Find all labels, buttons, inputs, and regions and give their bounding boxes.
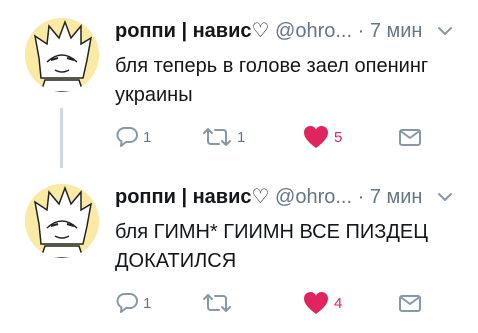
name-badge: ♡ <box>251 186 270 208</box>
avatar[interactable] <box>25 184 99 258</box>
direct-message-button[interactable] <box>398 288 422 318</box>
timestamp[interactable]: 7 мин <box>370 186 423 208</box>
tweet-text: бля ГИМН* ГИИМН ВСЕ ПИЗДЕЦ ДОКАТИЛСЯ <box>115 221 429 272</box>
tweet-header: роппи | навис♡ @ohro... · 7 мин <box>115 14 454 48</box>
retweet-count: 1 <box>237 128 246 146</box>
separator-dot: · <box>357 186 365 208</box>
tweet[interactable]: роппи | навис♡ @ohro... · 7 мин бля тепе… <box>0 0 478 168</box>
tweet[interactable]: роппи | навис♡ @ohro... · 7 мин бля ГИМН… <box>0 166 478 333</box>
reply-button[interactable]: 1 <box>115 122 151 152</box>
chevron-down-icon[interactable] <box>436 188 454 206</box>
avatar[interactable] <box>25 18 99 92</box>
tweet-header: роппи | навис♡ @ohro... · 7 мин <box>115 180 454 214</box>
reply-icon <box>116 127 138 147</box>
author-handle[interactable]: @ohro... <box>275 186 352 208</box>
author-name[interactable]: роппи | навис <box>115 20 252 42</box>
action-bar: 1 1 5 <box>115 122 435 152</box>
separator-dot: · <box>357 20 365 42</box>
avatar-illustration <box>25 18 99 92</box>
chevron-down-icon[interactable] <box>436 22 454 40</box>
timestamp[interactable]: 7 мин <box>370 20 423 42</box>
like-button[interactable]: 4 <box>302 288 342 318</box>
retweet-icon <box>203 294 231 312</box>
author-name[interactable]: роппи | навис <box>115 186 252 208</box>
reply-count: 1 <box>143 294 152 312</box>
retweet-button[interactable]: 1 <box>201 122 245 152</box>
tweet-text: бля теперь в голове заел опенинг украины <box>115 55 429 106</box>
heart-icon <box>304 292 328 314</box>
like-button[interactable]: 5 <box>302 122 342 152</box>
avatar-illustration <box>25 184 99 258</box>
reply-count: 1 <box>143 128 152 146</box>
direct-message-button[interactable] <box>398 122 422 152</box>
reply-button[interactable]: 1 <box>115 288 151 318</box>
author-handle[interactable]: @ohro... <box>275 20 352 42</box>
mail-icon <box>399 129 421 146</box>
like-count: 5 <box>334 128 343 146</box>
heart-icon <box>304 126 328 148</box>
like-count: 4 <box>334 294 343 312</box>
retweet-icon <box>203 128 231 146</box>
retweet-button[interactable] <box>201 288 237 318</box>
name-badge: ♡ <box>251 20 270 42</box>
thread-connector <box>60 108 63 168</box>
reply-icon <box>116 293 138 313</box>
mail-icon <box>399 295 421 312</box>
action-bar: 1 4 <box>115 288 435 318</box>
